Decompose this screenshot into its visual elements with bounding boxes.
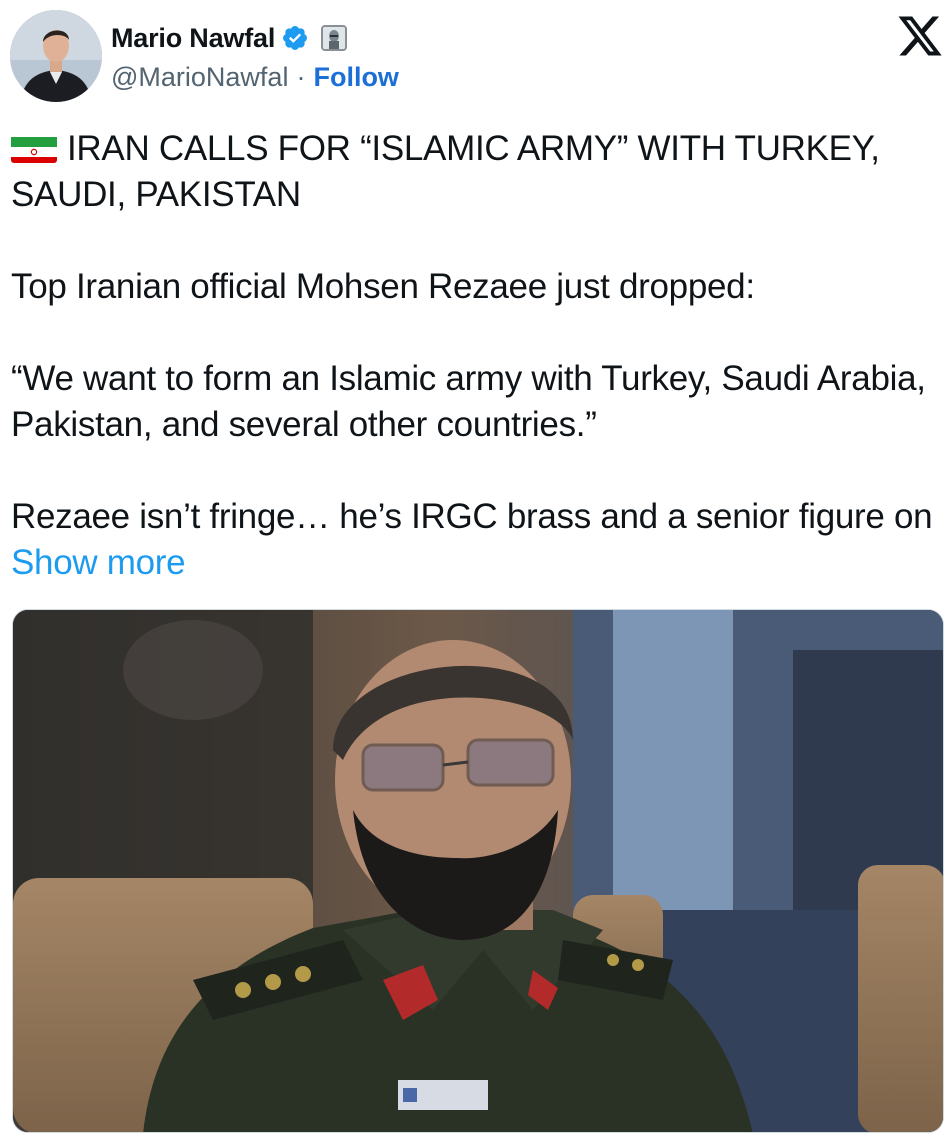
affiliate-badge-icon[interactable] (321, 25, 348, 51)
author-block: Mario Nawfal @MarioNawfal · Follow (111, 18, 399, 98)
paragraph-3-text: Rezaee isn’t fringe… he’s IRGC brass and… (11, 497, 933, 536)
verified-badge-icon (281, 24, 309, 52)
paragraph-2: “We want to form an Islamic army with Tu… (11, 359, 926, 444)
iran-flag-icon (11, 133, 57, 163)
paragraph-1: Top Iranian official Mohsen Rezaee just … (11, 267, 755, 306)
handle-row: @MarioNawfal · Follow (111, 58, 399, 96)
follow-button[interactable]: Follow (313, 62, 398, 93)
paragraph-3: Rezaee isn’t fringe… he’s IRGC brass and… (11, 494, 941, 586)
show-more-link[interactable]: Show more (11, 543, 186, 582)
headline-paragraph: IRAN CALLS FOR “ISLAMIC ARMY” WITH TURKE… (11, 126, 941, 218)
author-display-name[interactable]: Mario Nawfal (111, 23, 275, 54)
name-row: Mario Nawfal (111, 18, 399, 58)
handle-separator: · (296, 61, 306, 92)
tweet-card: Mario Nawfal @MarioNawfal · Follow IRAN … (0, 0, 952, 1144)
headline-text: IRAN CALLS FOR “ISLAMIC ARMY” WITH TURKE… (11, 129, 880, 214)
x-logo-icon[interactable] (895, 12, 945, 60)
tweet-photo[interactable] (12, 609, 944, 1133)
tweet-text: IRAN CALLS FOR “ISLAMIC ARMY” WITH TURKE… (11, 126, 941, 586)
author-avatar[interactable] (10, 10, 102, 102)
author-handle[interactable]: @MarioNawfal (111, 62, 288, 93)
